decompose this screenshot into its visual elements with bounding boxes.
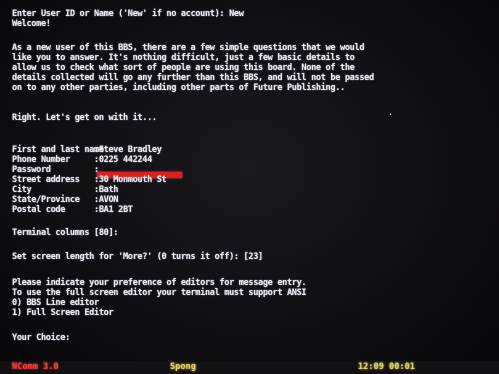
terminal-screen[interactable]: Enter User ID or Name ('New' if no accou… bbox=[0, 0, 499, 374]
form-row-password: Password: bbox=[12, 165, 99, 175]
form-row-name: First and last name:Steve Bradley bbox=[12, 145, 162, 155]
intro-line: on to any other parties, including other… bbox=[12, 83, 345, 93]
choice-prompt: Your Choice: bbox=[12, 333, 70, 343]
status-bar: NComm 3.0 Spong 12:09 00:01 bbox=[0, 361, 499, 374]
form-row-street: Street address:30 Monmouth St bbox=[12, 175, 167, 185]
welcome-text: Welcome! bbox=[12, 19, 51, 29]
form-label: Password bbox=[12, 165, 51, 175]
login-prompt-line: Enter User ID or Name ('New' if no accou… bbox=[12, 9, 244, 19]
form-label: Postal code bbox=[12, 205, 66, 215]
form-row-postal: Postal code:BA1 2BT bbox=[12, 205, 133, 215]
editor-prompt-line: Please indicate your preference of edito… bbox=[12, 278, 307, 288]
terminal-columns-prompt: Terminal columns [80]: bbox=[12, 228, 119, 238]
form-value: AVON bbox=[98, 195, 119, 205]
intro-line: As a new user of this BBS, there are a f… bbox=[12, 43, 365, 53]
editor-option-full: 1) Full Screen Editor bbox=[12, 308, 114, 318]
form-value: Bath bbox=[98, 185, 119, 195]
form-label: City bbox=[12, 185, 32, 195]
status-host-name: Spong bbox=[170, 362, 196, 372]
status-clock: 12:09 00:01 bbox=[358, 362, 415, 372]
intro-line: like you to answer. It's nothing difficu… bbox=[12, 53, 355, 63]
editor-prompt-line: To use the full screen editor your termi… bbox=[12, 288, 307, 298]
form-row-city: City:Bath bbox=[12, 185, 119, 195]
form-value: Steve Bradley bbox=[98, 145, 162, 155]
get-on-text: Right. Let's get on with it... bbox=[12, 113, 157, 123]
form-label: Street address bbox=[12, 175, 80, 185]
form-value: 0225 442244 bbox=[98, 155, 152, 165]
screen-speck: · bbox=[388, 110, 393, 119]
form-row-phone: Phone Number:0225 442244 bbox=[12, 155, 152, 165]
screen-length-prompt: Set screen length for 'More?' (0 turns i… bbox=[12, 252, 263, 262]
editor-option-line: 0) BBS Line editor bbox=[12, 298, 99, 308]
form-label: State/Province bbox=[12, 195, 80, 205]
form-row-state: State/Province:AVON bbox=[12, 195, 119, 205]
form-value: 30 Monmouth St bbox=[98, 175, 167, 185]
intro-line: details collected will go any further th… bbox=[12, 73, 374, 83]
status-program-name: NComm 3.0 bbox=[12, 362, 59, 372]
form-value: BA1 2BT bbox=[98, 205, 133, 215]
intro-line: allow us to check what sort of people ar… bbox=[12, 63, 355, 73]
form-label: First and last name bbox=[12, 145, 104, 155]
form-label: Phone Number bbox=[12, 155, 70, 165]
